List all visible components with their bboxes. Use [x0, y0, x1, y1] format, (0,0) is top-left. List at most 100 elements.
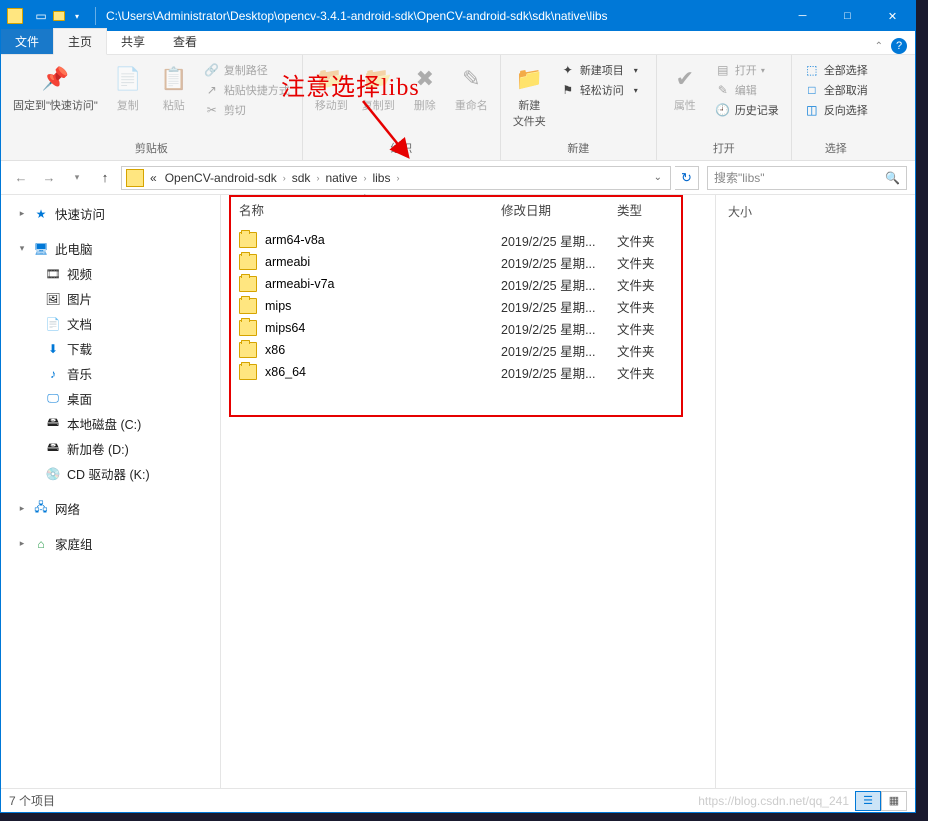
table-row[interactable]: mips2019/2/25 星期...文件夹 [221, 295, 715, 317]
sidebar-item-downloads[interactable]: ⬇下载 [1, 336, 220, 361]
sidebar: ▸★快速访问 ▾🖥此电脑 🎞视频 🖼图片 📄文档 ⬇下载 ♪音乐 🖵桌面 🖴本地… [1, 195, 221, 788]
chevron-right-icon[interactable]: › [394, 173, 401, 183]
column-date[interactable]: 修改日期 [501, 200, 617, 219]
properties-button[interactable]: ✔属性 [663, 59, 707, 138]
minimize-button[interactable]: ─ [780, 1, 825, 31]
column-type[interactable]: 类型 [617, 200, 697, 219]
open-button[interactable]: ▤打开▾ [713, 61, 781, 79]
tab-share[interactable]: 共享 [107, 29, 159, 54]
sidebar-item-ddrive[interactable]: 🖴新加卷 (D:) [1, 436, 220, 461]
chevron-right-icon[interactable]: ▸ [17, 538, 27, 549]
column-size[interactable]: 大小 [728, 203, 903, 220]
file-date: 2019/2/25 星期... [501, 319, 617, 338]
group-select-label: 选择 [798, 138, 874, 158]
sidebar-item-thispc[interactable]: ▾🖥此电脑 [1, 236, 220, 261]
search-input[interactable]: 搜索"libs" 🔍 [707, 166, 907, 190]
selectall-button[interactable]: ⬚全部选择 [802, 61, 870, 79]
copyto-button[interactable]: 📂复制到 [356, 59, 401, 138]
sidebar-item-pictures[interactable]: 🖼图片 [1, 286, 220, 311]
close-button[interactable]: ✕ [870, 1, 915, 31]
tab-file[interactable]: 文件 [1, 29, 53, 54]
edit-icon: ✎ [715, 82, 731, 98]
group-new-label: 新建 [507, 138, 650, 158]
edit-button[interactable]: ✎编辑 [713, 81, 781, 99]
breadcrumb-dropdown-icon[interactable]: ⌄ [648, 172, 668, 183]
table-row[interactable]: armeabi2019/2/25 星期...文件夹 [221, 251, 715, 273]
chevron-right-icon[interactable]: › [281, 173, 288, 183]
file-date: 2019/2/25 星期... [501, 231, 617, 250]
breadcrumb[interactable]: « OpenCV-android-sdk› sdk› native› libs›… [121, 166, 671, 190]
easyaccess-button[interactable]: ⚑轻松访问▾ [558, 81, 646, 99]
chevron-down-icon[interactable]: ▾ [17, 243, 27, 254]
pin-quickaccess-button[interactable]: 📌 固定到"快速访问" [7, 59, 104, 138]
sidebar-item-documents[interactable]: 📄文档 [1, 311, 220, 336]
nav-forward-button[interactable]: → [37, 166, 61, 190]
chevron-right-icon[interactable]: › [314, 173, 321, 183]
refresh-button[interactable]: ↻ [675, 166, 699, 190]
nav-back-button[interactable]: ← [9, 166, 33, 190]
folder-icon [239, 298, 257, 314]
sidebar-item-videos[interactable]: 🎞视频 [1, 261, 220, 286]
sidebar-item-desktop[interactable]: 🖵桌面 [1, 386, 220, 411]
folder-icon [239, 342, 257, 358]
breadcrumb-item[interactable]: sdk [288, 171, 315, 185]
maximize-button[interactable]: □ [825, 1, 870, 31]
star-icon: ★ [33, 206, 49, 222]
table-row[interactable]: x86_642019/2/25 星期...文件夹 [221, 361, 715, 383]
pasteshortcut-button[interactable]: ↗粘贴快捷方式 [202, 81, 292, 99]
sidebar-item-cddrive[interactable]: 💿CD 驱动器 (K:) [1, 461, 220, 486]
view-details-button[interactable]: ☰ [855, 791, 881, 811]
history-button[interactable]: 🕘历史记录 [713, 101, 781, 119]
collapse-ribbon-icon[interactable]: ⌃ [875, 41, 883, 52]
file-pane[interactable]: ⌃ 名称 修改日期 类型 arm64-v8a2019/2/25 星期...文件夹… [221, 195, 715, 788]
nav-up-button[interactable]: ↑ [93, 166, 117, 190]
invertselection-button[interactable]: ◫反向选择 [802, 101, 870, 119]
newitem-button[interactable]: ✦新建项目▾ [558, 61, 646, 79]
table-row[interactable]: armeabi-v7a2019/2/25 星期...文件夹 [221, 273, 715, 295]
sidebar-item-homegroup[interactable]: ▸⌂家庭组 [1, 531, 220, 556]
tab-home[interactable]: 主页 [53, 28, 107, 55]
titlebar: ▭ ▾ C:\Users\Administrator\Desktop\openc… [1, 1, 915, 31]
desktop-icon: 🖵 [45, 391, 61, 407]
chevron-right-icon[interactable]: ▸ [17, 503, 27, 514]
sidebar-item-music[interactable]: ♪音乐 [1, 361, 220, 386]
breadcrumb-item[interactable]: libs [368, 171, 394, 185]
qat-newfolder-icon[interactable] [51, 8, 67, 24]
newfolder-icon: 📁 [513, 63, 545, 95]
selectnone-button[interactable]: □全部取消 [802, 81, 870, 99]
copypath-button[interactable]: 🔗复制路径 [202, 61, 292, 79]
breadcrumb-item[interactable]: native [321, 171, 361, 185]
qat-properties-icon[interactable]: ▭ [33, 8, 49, 24]
view-icons-button[interactable]: ▦ [881, 791, 907, 811]
table-row[interactable]: x862019/2/25 星期...文件夹 [221, 339, 715, 361]
cut-button[interactable]: ✂剪切 [202, 101, 292, 119]
delete-button[interactable]: ✖删除 [403, 59, 447, 138]
moveto-button[interactable]: 📂移动到 [309, 59, 354, 138]
picture-icon: 🖼 [45, 291, 61, 307]
sort-indicator-icon: ⌃ [361, 193, 369, 204]
sidebar-item-cdrive[interactable]: 🖴本地磁盘 (C:) [1, 411, 220, 436]
file-name: armeabi [265, 255, 501, 269]
sidebar-item-quickaccess[interactable]: ▸★快速访问 [1, 201, 220, 226]
copy-button[interactable]: 📄 复制 [106, 59, 150, 138]
chevron-right-icon[interactable]: ▸ [17, 208, 27, 219]
sidebar-item-network[interactable]: ▸🖧网络 [1, 496, 220, 521]
help-icon[interactable]: ? [891, 38, 907, 54]
table-row[interactable]: arm64-v8a2019/2/25 星期...文件夹 [221, 229, 715, 251]
chevron-right-icon[interactable]: › [361, 173, 368, 183]
column-name[interactable]: 名称 [239, 200, 501, 219]
file-type: 文件夹 [617, 275, 697, 294]
breadcrumb-item[interactable]: OpenCV-android-sdk [161, 171, 281, 185]
file-list: arm64-v8a2019/2/25 星期...文件夹armeabi2019/2… [221, 227, 715, 385]
nav-recent-button[interactable]: ▾ [65, 166, 89, 190]
search-icon[interactable]: 🔍 [885, 171, 900, 185]
tab-view[interactable]: 查看 [159, 29, 211, 54]
rename-button[interactable]: ✎重命名 [449, 59, 494, 138]
cut-icon: ✂ [204, 102, 220, 118]
table-row[interactable]: mips642019/2/25 星期...文件夹 [221, 317, 715, 339]
qat-dropdown-icon[interactable]: ▾ [69, 8, 85, 24]
breadcrumb-item[interactable]: « [146, 171, 161, 185]
paste-button[interactable]: 📋 粘贴 [152, 59, 196, 138]
newfolder-button[interactable]: 📁新建 文件夹 [507, 59, 552, 138]
download-icon: ⬇ [45, 341, 61, 357]
